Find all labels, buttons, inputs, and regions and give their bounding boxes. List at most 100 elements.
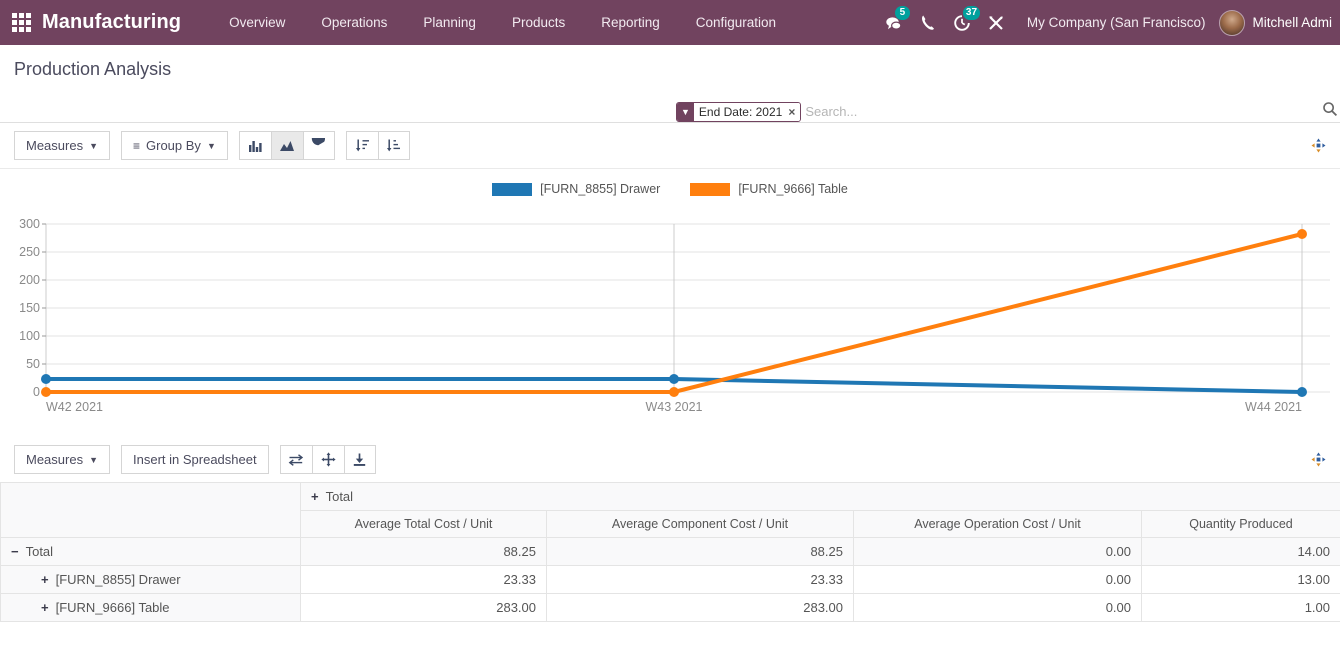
line-chart-svg: 300 250 200 150 100 50 0 (0, 202, 1340, 417)
sort-group (346, 131, 410, 160)
download-xlsx-icon[interactable] (344, 445, 376, 474)
menu-products[interactable]: Products (494, 0, 583, 45)
expand-plus-icon[interactable]: + (311, 489, 319, 504)
menu-reporting[interactable]: Reporting (583, 0, 678, 45)
collapse-minus-icon[interactable]: − (11, 544, 19, 559)
graph-measures-button[interactable]: Measures ▼ (14, 131, 110, 160)
chart-plot-area[interactable]: 300 250 200 150 100 50 0 (0, 202, 1340, 417)
app-brand-title[interactable]: Manufacturing (42, 11, 181, 34)
pivot-row-label: [FURN_9666] Table (56, 600, 170, 615)
sort-descending-icon[interactable] (346, 131, 378, 160)
pivot-col-group-label: Total (326, 489, 353, 504)
graph-expand-arrows-icon[interactable] (1308, 136, 1328, 156)
search-facet-remove-icon[interactable]: × (787, 103, 800, 121)
phone-icon[interactable] (911, 0, 945, 45)
chat-bubbles-icon[interactable]: 5 (877, 0, 911, 45)
pivot-row-label: Total (26, 544, 53, 559)
graph-groupby-label: Group By (146, 138, 201, 153)
cell-drawer-avg-total-cost: 23.33 (301, 566, 547, 594)
systray: 5 37 My Company (San Francisco) (877, 0, 1340, 45)
pivot-actions-group (280, 445, 376, 474)
expand-all-icon[interactable] (312, 445, 344, 474)
expand-plus-icon[interactable]: + (41, 600, 49, 615)
pivot-corner-cell (1, 483, 301, 538)
chevron-down-icon: ▼ (89, 455, 98, 465)
pivot-table: + Total Average Total Cost / Unit Average… (0, 482, 1340, 622)
cell-total-avg-operation-cost: 0.00 (854, 538, 1142, 566)
company-switcher[interactable]: My Company (San Francisco) (1013, 15, 1220, 30)
svg-text:W43 2021: W43 2021 (646, 400, 703, 414)
table-row: +[FURN_9666] Table 283.00 283.00 0.00 1.… (1, 594, 1340, 622)
legend-swatch-table (690, 183, 730, 196)
graph-toolbar: Measures ▼ ≡ Group By ▼ (0, 123, 1340, 169)
insert-in-spreadsheet-button[interactable]: Insert in Spreadsheet (121, 445, 269, 474)
table-row: −Total 88.25 88.25 0.00 14.00 (1, 538, 1340, 566)
filter-funnel-icon: ▼ (677, 103, 694, 121)
svg-text:200: 200 (19, 273, 40, 287)
legend-item-drawer[interactable]: [FURN_8855] Drawer (492, 182, 660, 196)
menu-planning[interactable]: Planning (405, 0, 494, 45)
chart-type-group (239, 131, 335, 160)
search-input[interactable] (805, 104, 1340, 119)
search-facet-end-date[interactable]: ▼ End Date: 2021 × (676, 102, 801, 122)
chevron-down-icon: ▼ (207, 141, 216, 151)
chevron-down-icon: ▼ (89, 141, 98, 151)
legend-label-drawer: [FURN_8855] Drawer (540, 182, 660, 196)
insert-in-spreadsheet-label: Insert in Spreadsheet (133, 452, 257, 467)
pivot-expand-arrows-icon[interactable] (1308, 450, 1328, 470)
cell-table-avg-operation-cost: 0.00 (854, 594, 1142, 622)
svg-text:300: 300 (19, 217, 40, 231)
pivot-measure-avg-component-cost[interactable]: Average Component Cost / Unit (547, 511, 854, 538)
menu-operations[interactable]: Operations (303, 0, 405, 45)
pivot-measure-avg-total-cost[interactable]: Average Total Cost / Unit (301, 511, 547, 538)
cell-total-quantity-produced: 14.00 (1142, 538, 1340, 566)
line-chart-icon[interactable] (271, 131, 303, 160)
pivot-row-table[interactable]: + [FURN_9666] Table (1, 594, 301, 622)
pivot-view: Measures ▼ Insert in Spreadsheet (0, 437, 1340, 622)
pivot-row-drawer[interactable]: + [FURN_8855] Drawer (1, 566, 301, 594)
top-navbar: Manufacturing Overview Operations Planni… (0, 0, 1340, 45)
main-menu: Overview Operations Planning Products Re… (211, 0, 794, 45)
tools-icon[interactable] (979, 0, 1013, 45)
page-title: Production Analysis (14, 59, 171, 80)
cell-drawer-avg-component-cost: 23.33 (547, 566, 854, 594)
graph-groupby-button[interactable]: ≡ Group By ▼ (121, 131, 228, 160)
pivot-row-total[interactable]: −Total (1, 538, 301, 566)
svg-text:250: 250 (19, 245, 40, 259)
search-icon[interactable] (1322, 101, 1338, 122)
svg-text:W42 2021: W42 2021 (46, 400, 103, 414)
search-view: ▼ End Date: 2021 × (676, 99, 1340, 125)
legend-item-table[interactable]: [FURN_9666] Table (690, 182, 848, 196)
graph-measures-label: Measures (26, 138, 83, 153)
flip-axis-icon[interactable] (280, 445, 312, 474)
cell-total-avg-total-cost: 88.25 (301, 538, 547, 566)
pivot-measure-avg-operation-cost[interactable]: Average Operation Cost / Unit (854, 511, 1142, 538)
user-avatar[interactable] (1219, 10, 1245, 36)
pivot-col-group-total[interactable]: + Total (301, 483, 1340, 511)
sort-ascending-icon[interactable] (378, 131, 410, 160)
cell-drawer-quantity-produced: 13.00 (1142, 566, 1340, 594)
bar-chart-icon[interactable] (239, 131, 271, 160)
clock-activity-icon[interactable]: 37 (945, 0, 979, 45)
svg-text:0: 0 (33, 385, 40, 399)
apps-grid-icon[interactable] (8, 10, 34, 36)
hamburger-icon: ≡ (133, 139, 140, 153)
svg-text:150: 150 (19, 301, 40, 315)
pivot-header-group-row: + Total (1, 483, 1340, 511)
legend-label-table: [FURN_9666] Table (738, 182, 848, 196)
pie-chart-icon[interactable] (303, 131, 335, 160)
pivot-measure-quantity-produced[interactable]: Quantity Produced (1142, 511, 1340, 538)
search-facet-label: End Date: 2021 (694, 103, 787, 121)
user-menu[interactable]: Mitchell Admi (1252, 15, 1336, 30)
expand-plus-icon[interactable]: + (41, 572, 49, 587)
pivot-row-label: [FURN_8855] Drawer (56, 572, 181, 587)
svg-text:50: 50 (26, 357, 40, 371)
svg-text:100: 100 (19, 329, 40, 343)
pivot-measures-label: Measures (26, 452, 83, 467)
legend-swatch-drawer (492, 183, 532, 196)
pivot-measures-button[interactable]: Measures ▼ (14, 445, 110, 474)
menu-configuration[interactable]: Configuration (678, 0, 794, 45)
menu-overview[interactable]: Overview (211, 0, 303, 45)
cell-drawer-avg-operation-cost: 0.00 (854, 566, 1142, 594)
graph-view: Measures ▼ ≡ Group By ▼ (0, 123, 1340, 437)
